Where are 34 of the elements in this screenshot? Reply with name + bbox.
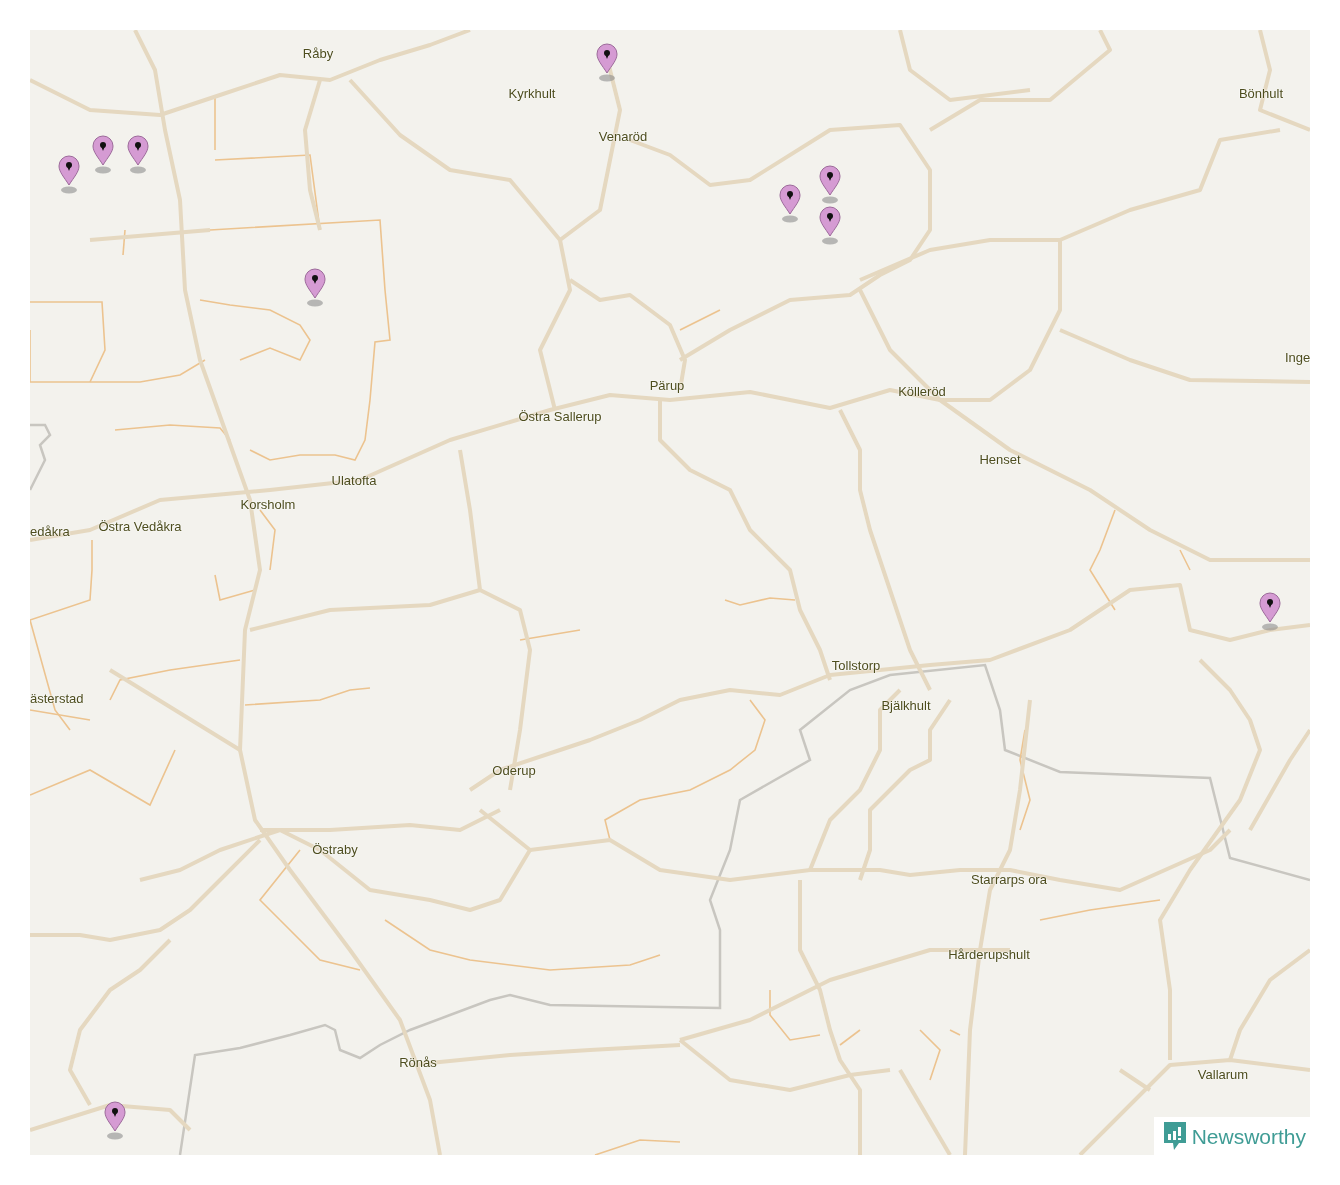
map-pin-icon[interactable]: [819, 165, 841, 205]
place-label: Östra Sallerup: [518, 410, 602, 423]
map-pin-icon[interactable]: [304, 268, 326, 308]
place-label: Hårderupshult: [948, 948, 1030, 961]
place-label: Ulatofta: [331, 474, 377, 487]
map-pin-icon[interactable]: [1259, 592, 1281, 632]
brand-name: Newsworthy: [1191, 1125, 1306, 1147]
place-label: Rönås: [399, 1056, 437, 1069]
place-label: ästerstad: [30, 692, 84, 705]
place-label: Östraby: [312, 843, 358, 856]
map-pin-icon[interactable]: [819, 206, 841, 246]
place-label: Råby: [302, 47, 334, 60]
map-pin-icon[interactable]: [92, 135, 114, 175]
place-label: Tollstorp: [831, 659, 881, 672]
place-label: Venaröd: [598, 130, 648, 143]
bar-chart-bubble-icon: [1161, 1121, 1188, 1151]
place-label: Oderup: [492, 764, 536, 777]
place-label: Vallarum: [1197, 1068, 1249, 1081]
place-label: Bönhult: [1238, 87, 1284, 100]
place-label: Kyrkhult: [508, 87, 556, 100]
map-pin-icon[interactable]: [127, 135, 149, 175]
place-label: edåkra: [30, 525, 70, 538]
place-label: Pärup: [649, 379, 685, 392]
place-label: Inge: [1285, 351, 1310, 364]
map-pin-icon[interactable]: [104, 1101, 126, 1141]
map-pin-icon[interactable]: [58, 155, 80, 195]
place-label: Kölleröd: [898, 385, 946, 398]
map-pin-icon[interactable]: [779, 184, 801, 224]
place-label: Henset: [979, 453, 1021, 466]
map-pin-icon[interactable]: [596, 43, 618, 83]
place-label: Östra Vedåkra: [98, 520, 182, 533]
place-label: Bjälkhult: [881, 699, 931, 712]
place-label: Starrarps ora: [971, 873, 1047, 886]
place-label: Korsholm: [240, 498, 296, 511]
